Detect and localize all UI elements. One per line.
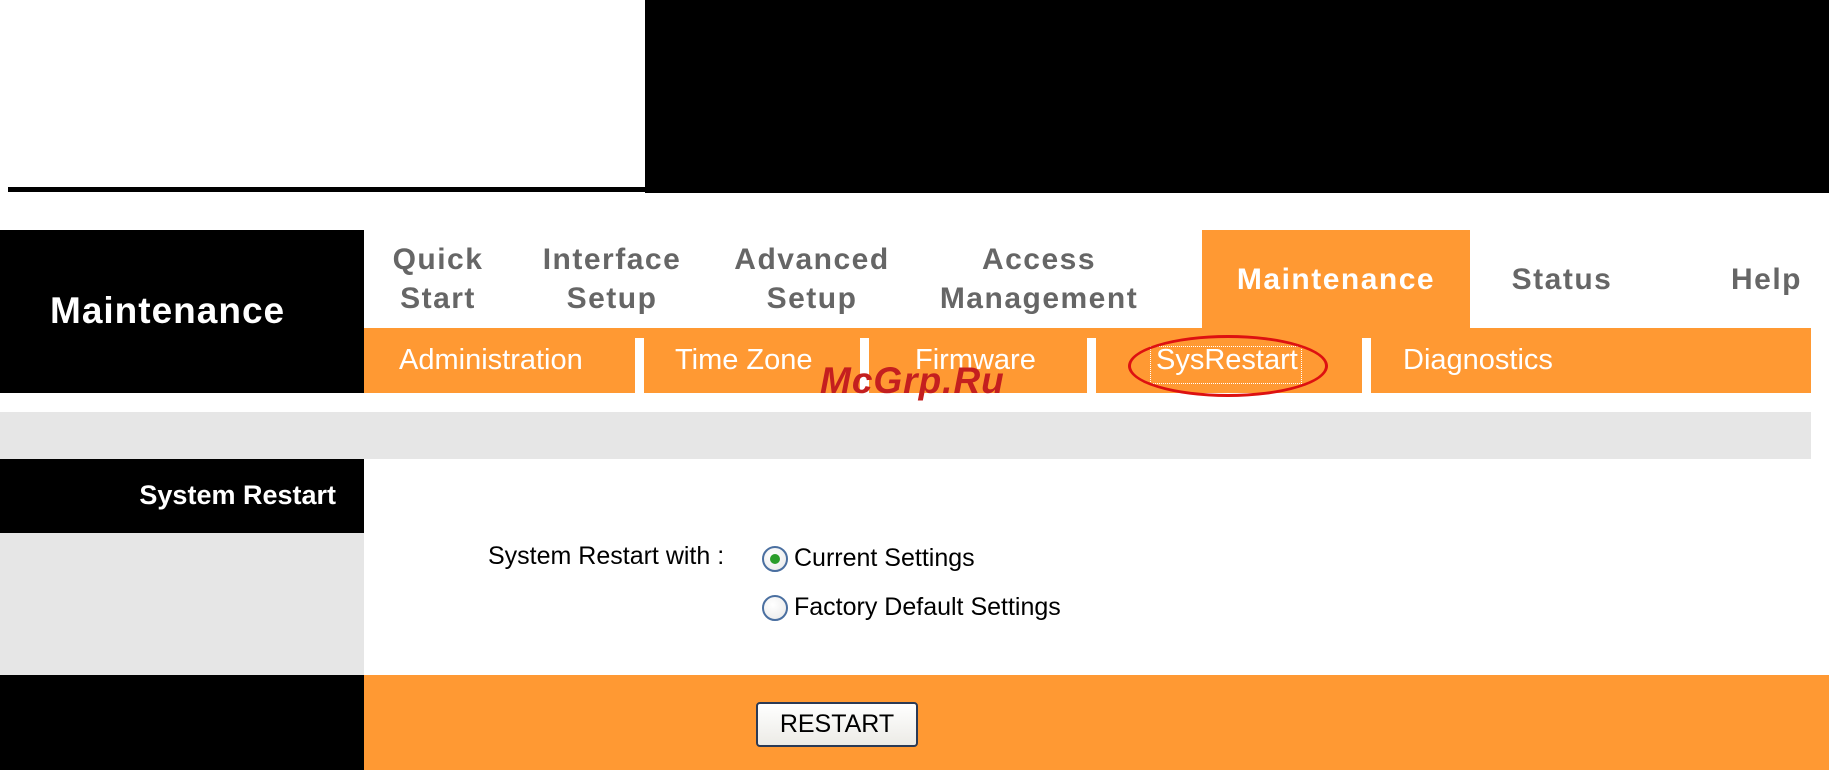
main-nav: Quick Start Interface Setup Advanced Setup … (364, 230, 1829, 328)
subnav-separator (1362, 338, 1371, 393)
option-current-settings[interactable]: Current Settings (762, 544, 975, 573)
nav-label-line1: Advanced (734, 243, 890, 276)
header-rule (8, 187, 1822, 192)
subnav-separator (635, 338, 644, 393)
subnav-separator (1087, 338, 1096, 393)
header-banner (645, 0, 1829, 193)
subnav-administration[interactable]: Administration (399, 328, 619, 393)
subnav-firmware[interactable]: Firmware (915, 328, 1065, 393)
radio-button[interactable] (762, 594, 788, 621)
nav-help[interactable]: Help (1704, 230, 1829, 328)
option-label: Factory Default Settings (794, 593, 1061, 621)
nav-label: Status (1511, 262, 1613, 296)
subnav-time-zone[interactable]: Time Zone (675, 328, 845, 393)
nav-status[interactable]: Status (1470, 230, 1654, 328)
gray-strip (0, 412, 1811, 459)
content-section-label: System Restart (139, 480, 336, 510)
restart-with-label: System Restart with : (488, 542, 725, 570)
nav-access-management[interactable]: Access Management (912, 230, 1166, 328)
nav-maintenance[interactable]: Maintenance (1202, 230, 1470, 328)
subnav-label: Time Zone (675, 344, 813, 376)
subnav-diagnostics[interactable]: Diagnostics (1403, 328, 1603, 393)
subnav-separator (860, 338, 869, 393)
option-label: Current Settings (794, 544, 975, 572)
nav-label-line2: Setup (766, 282, 858, 315)
subnav-sysrestart[interactable]: SysRestart (1156, 328, 1326, 393)
left-panel (0, 533, 364, 675)
restart-button[interactable]: RESTART (756, 702, 918, 747)
option-factory-default[interactable]: Factory Default Settings (762, 593, 1061, 622)
nav-label-line2: Management (939, 282, 1139, 315)
nav-label-line2: Start (400, 282, 476, 315)
nav-label-line1: Interface (542, 243, 682, 276)
radio-button-checked[interactable] (762, 545, 788, 572)
subnav-label: Firmware (915, 344, 1036, 376)
subnav-label: Administration (399, 344, 583, 376)
sub-nav: Administration Time Zone Firmware SysRes… (364, 328, 1811, 393)
nav-label: Help (1730, 262, 1802, 296)
subnav-label: SysRestart (1156, 344, 1298, 376)
footer-left (0, 675, 364, 770)
nav-label-line1: Access (981, 243, 1097, 276)
nav-label: Maintenance (1236, 262, 1436, 296)
section-title: Maintenance (50, 290, 286, 331)
subnav-label: Diagnostics (1403, 344, 1553, 376)
nav-label-line2: Setup (566, 282, 658, 315)
nav-quick-start[interactable]: Quick Start (364, 230, 512, 328)
nav-interface-setup[interactable]: Interface Setup (512, 230, 712, 328)
nav-advanced-setup[interactable]: Advanced Setup (712, 230, 912, 328)
nav-label-line1: Quick (392, 243, 484, 276)
footer-bar (364, 675, 1829, 770)
